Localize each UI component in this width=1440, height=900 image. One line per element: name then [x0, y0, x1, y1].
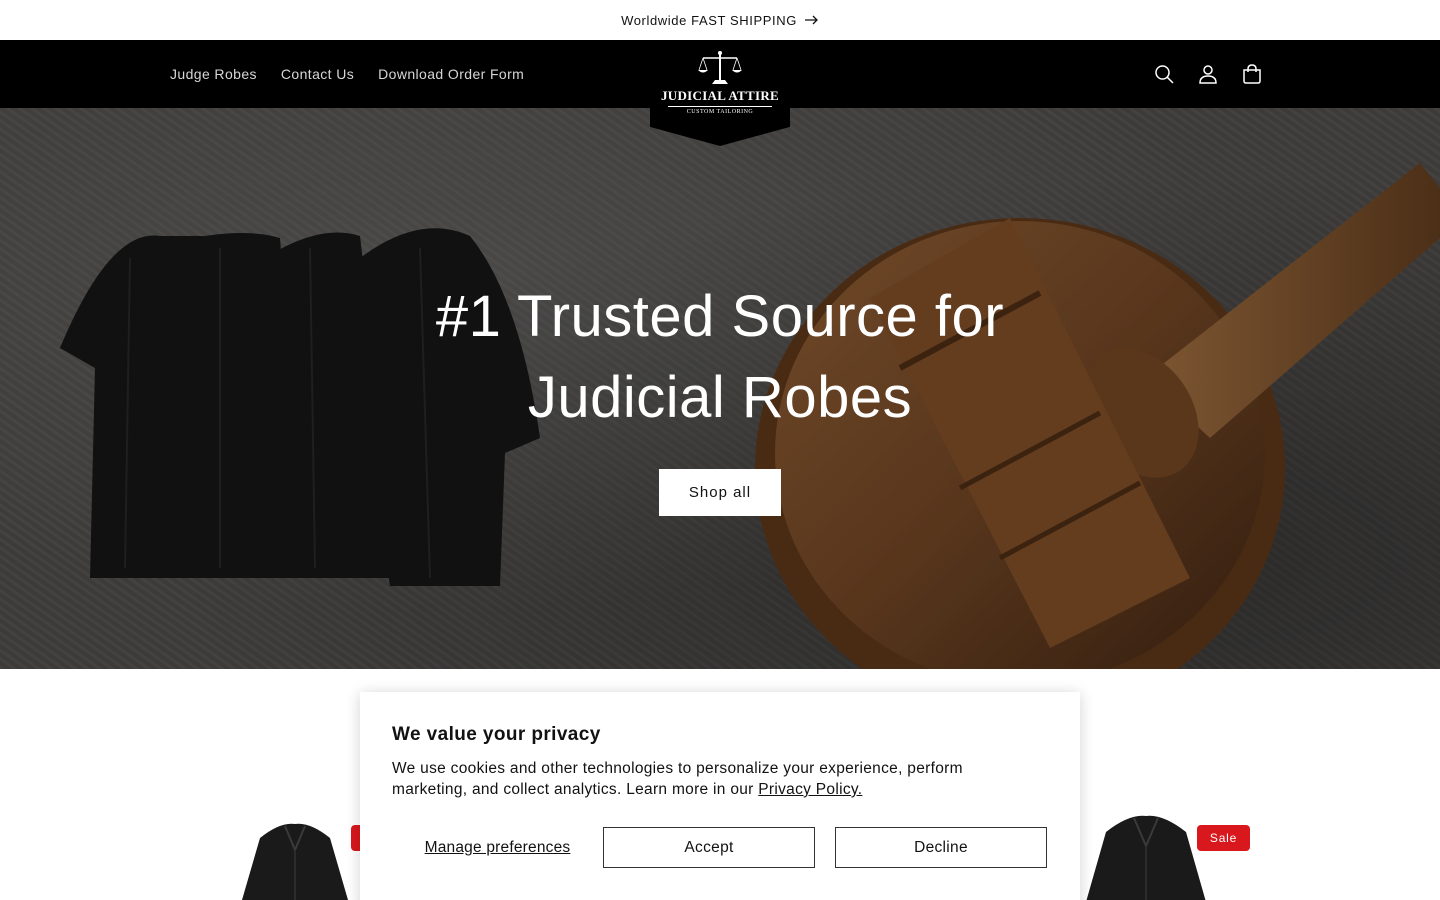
sale-badge: Sale [1197, 825, 1250, 851]
main-nav: Judge Robes Contact Us Download Order Fo… [158, 40, 536, 108]
site-header: Judge Robes Contact Us Download Order Fo… [0, 40, 1440, 146]
cookie-title: We value your privacy [392, 724, 601, 745]
nav-link-contact-us[interactable]: Contact Us [269, 66, 366, 82]
header-icons [1142, 52, 1274, 96]
product-image-robe[interactable] [1084, 812, 1208, 900]
cookie-consent-banner: We value your privacy We use cookies and… [360, 692, 1080, 900]
shop-all-button[interactable]: Shop all [659, 469, 781, 516]
logo-tagline: CUSTOM TAILORING [686, 109, 754, 115]
cookie-description: We use cookies and other technologies to… [392, 758, 1002, 800]
hero-banner: #1 Trusted Source for Judicial Robes Sho… [0, 108, 1440, 669]
product-image-robe[interactable] [240, 820, 350, 900]
hero-title-line-2: Judicial Robes [527, 365, 913, 430]
hero-title: #1 Trusted Source for Judicial Robes [0, 276, 1440, 438]
hero-content: #1 Trusted Source for Judicial Robes Sho… [0, 276, 1440, 516]
announcement-text: Worldwide FAST SHIPPING [621, 12, 797, 28]
search-icon[interactable] [1142, 52, 1186, 96]
logo-divider [668, 106, 772, 107]
site-logo[interactable]: JUDICIAL ATTIRE CUSTOM TAILORING [650, 40, 790, 146]
cookie-body-text: We use cookies and other technologies to… [392, 760, 963, 798]
cart-icon[interactable] [1230, 52, 1274, 96]
arrow-right-icon [804, 13, 819, 27]
nav-link-download-order-form[interactable]: Download Order Form [366, 66, 536, 82]
logo-wordmark: JUDICIAL ATTIRE [660, 88, 780, 103]
scales-of-justice-icon [698, 51, 742, 84]
hero-title-line-1: #1 Trusted Source for [435, 284, 1005, 349]
accept-button[interactable]: Accept [603, 827, 815, 868]
decline-button[interactable]: Decline [835, 827, 1047, 868]
nav-link-judge-robes[interactable]: Judge Robes [158, 66, 269, 82]
announcement-bar[interactable]: Worldwide FAST SHIPPING [0, 0, 1440, 40]
manage-preferences-link[interactable]: Manage preferences [392, 839, 603, 857]
privacy-policy-link[interactable]: Privacy Policy. [758, 781, 862, 798]
cookie-actions: Manage preferences Accept Decline [392, 827, 1048, 868]
account-icon[interactable] [1186, 52, 1230, 96]
